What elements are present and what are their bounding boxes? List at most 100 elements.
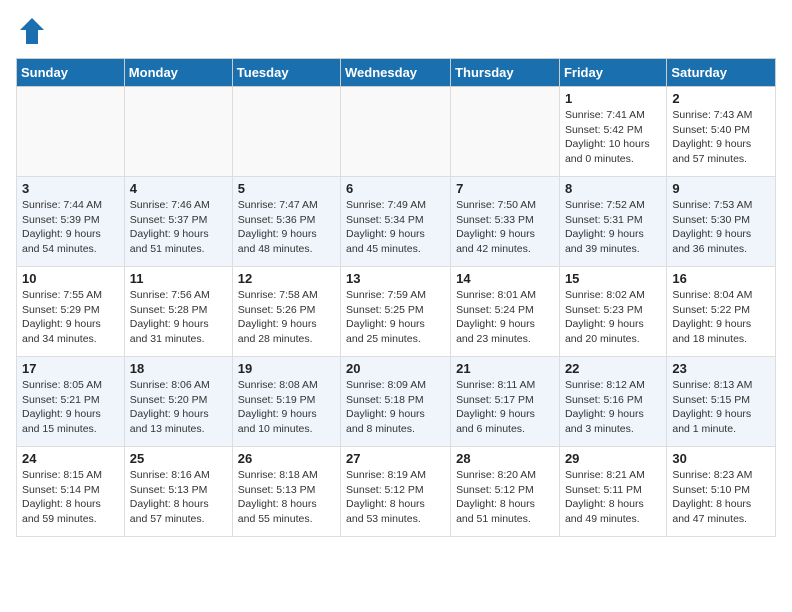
- day-number: 24: [22, 451, 119, 466]
- calendar-week-row: 17 Sunrise: 8:05 AM Sunset: 5:21 PM Dayli…: [17, 357, 776, 447]
- day-info: Sunrise: 7:47 AM Sunset: 5:36 PM Dayligh…: [238, 198, 335, 257]
- calendar-cell: 20 Sunrise: 8:09 AM Sunset: 5:18 PM Dayli…: [341, 357, 451, 447]
- calendar-week-row: 3 Sunrise: 7:44 AM Sunset: 5:39 PM Daylig…: [17, 177, 776, 267]
- day-info: Sunrise: 8:02 AM Sunset: 5:23 PM Dayligh…: [565, 288, 661, 347]
- day-info: Sunrise: 8:19 AM Sunset: 5:12 PM Dayligh…: [346, 468, 445, 527]
- day-number: 14: [456, 271, 554, 286]
- calendar-header-row: SundayMondayTuesdayWednesdayThursdayFrid…: [17, 59, 776, 87]
- calendar-cell: 14 Sunrise: 8:01 AM Sunset: 5:24 PM Dayli…: [451, 267, 560, 357]
- weekday-header: Monday: [124, 59, 232, 87]
- calendar: SundayMondayTuesdayWednesdayThursdayFrid…: [16, 58, 776, 537]
- day-number: 6: [346, 181, 445, 196]
- day-info: Sunrise: 7:43 AM Sunset: 5:40 PM Dayligh…: [672, 108, 770, 167]
- day-number: 5: [238, 181, 335, 196]
- day-number: 27: [346, 451, 445, 466]
- day-info: Sunrise: 7:53 AM Sunset: 5:30 PM Dayligh…: [672, 198, 770, 257]
- day-number: 21: [456, 361, 554, 376]
- calendar-cell: 16 Sunrise: 8:04 AM Sunset: 5:22 PM Dayli…: [667, 267, 776, 357]
- calendar-cell: 21 Sunrise: 8:11 AM Sunset: 5:17 PM Dayli…: [451, 357, 560, 447]
- day-info: Sunrise: 7:56 AM Sunset: 5:28 PM Dayligh…: [130, 288, 227, 347]
- calendar-cell: 28 Sunrise: 8:20 AM Sunset: 5:12 PM Dayli…: [451, 447, 560, 537]
- day-number: 29: [565, 451, 661, 466]
- day-info: Sunrise: 7:58 AM Sunset: 5:26 PM Dayligh…: [238, 288, 335, 347]
- day-info: Sunrise: 7:41 AM Sunset: 5:42 PM Dayligh…: [565, 108, 661, 167]
- day-info: Sunrise: 8:11 AM Sunset: 5:17 PM Dayligh…: [456, 378, 554, 437]
- weekday-header: Thursday: [451, 59, 560, 87]
- day-number: 11: [130, 271, 227, 286]
- logo-icon: [16, 16, 48, 48]
- calendar-cell: 17 Sunrise: 8:05 AM Sunset: 5:21 PM Dayli…: [17, 357, 125, 447]
- calendar-cell: 9 Sunrise: 7:53 AM Sunset: 5:30 PM Daylig…: [667, 177, 776, 267]
- day-number: 25: [130, 451, 227, 466]
- calendar-cell: 5 Sunrise: 7:47 AM Sunset: 5:36 PM Daylig…: [232, 177, 340, 267]
- day-number: 10: [22, 271, 119, 286]
- day-number: 8: [565, 181, 661, 196]
- day-number: 12: [238, 271, 335, 286]
- day-info: Sunrise: 8:01 AM Sunset: 5:24 PM Dayligh…: [456, 288, 554, 347]
- day-info: Sunrise: 7:55 AM Sunset: 5:29 PM Dayligh…: [22, 288, 119, 347]
- logo: [16, 16, 52, 48]
- calendar-cell: 10 Sunrise: 7:55 AM Sunset: 5:29 PM Dayli…: [17, 267, 125, 357]
- day-number: 13: [346, 271, 445, 286]
- day-number: 16: [672, 271, 770, 286]
- day-number: 2: [672, 91, 770, 106]
- day-info: Sunrise: 8:18 AM Sunset: 5:13 PM Dayligh…: [238, 468, 335, 527]
- day-info: Sunrise: 7:49 AM Sunset: 5:34 PM Dayligh…: [346, 198, 445, 257]
- calendar-cell: 22 Sunrise: 8:12 AM Sunset: 5:16 PM Dayli…: [559, 357, 666, 447]
- day-number: 17: [22, 361, 119, 376]
- day-info: Sunrise: 8:04 AM Sunset: 5:22 PM Dayligh…: [672, 288, 770, 347]
- calendar-cell: 2 Sunrise: 7:43 AM Sunset: 5:40 PM Daylig…: [667, 87, 776, 177]
- day-info: Sunrise: 8:23 AM Sunset: 5:10 PM Dayligh…: [672, 468, 770, 527]
- day-number: 1: [565, 91, 661, 106]
- day-info: Sunrise: 7:50 AM Sunset: 5:33 PM Dayligh…: [456, 198, 554, 257]
- calendar-cell: 12 Sunrise: 7:58 AM Sunset: 5:26 PM Dayli…: [232, 267, 340, 357]
- weekday-header: Tuesday: [232, 59, 340, 87]
- calendar-week-row: 24 Sunrise: 8:15 AM Sunset: 5:14 PM Dayli…: [17, 447, 776, 537]
- day-number: 28: [456, 451, 554, 466]
- calendar-cell: 15 Sunrise: 8:02 AM Sunset: 5:23 PM Dayli…: [559, 267, 666, 357]
- calendar-cell: 24 Sunrise: 8:15 AM Sunset: 5:14 PM Dayli…: [17, 447, 125, 537]
- day-info: Sunrise: 7:44 AM Sunset: 5:39 PM Dayligh…: [22, 198, 119, 257]
- day-info: Sunrise: 8:09 AM Sunset: 5:18 PM Dayligh…: [346, 378, 445, 437]
- day-number: 23: [672, 361, 770, 376]
- day-number: 3: [22, 181, 119, 196]
- day-info: Sunrise: 8:20 AM Sunset: 5:12 PM Dayligh…: [456, 468, 554, 527]
- calendar-cell: 13Sunrise: 7:59 AM Sunset: 5:25 PM Dayli…: [341, 267, 451, 357]
- day-number: 18: [130, 361, 227, 376]
- day-info: Sunrise: 8:05 AM Sunset: 5:21 PM Dayligh…: [22, 378, 119, 437]
- weekday-header: Friday: [559, 59, 666, 87]
- calendar-cell: 7 Sunrise: 7:50 AM Sunset: 5:33 PM Daylig…: [451, 177, 560, 267]
- day-info: Sunrise: 8:06 AM Sunset: 5:20 PM Dayligh…: [130, 378, 227, 437]
- calendar-cell: 25Sunrise: 8:16 AM Sunset: 5:13 PM Dayli…: [124, 447, 232, 537]
- calendar-cell: 23Sunrise: 8:13 AM Sunset: 5:15 PM Dayli…: [667, 357, 776, 447]
- calendar-cell: 4Sunrise: 7:46 AM Sunset: 5:37 PM Daylig…: [124, 177, 232, 267]
- day-info: Sunrise: 8:15 AM Sunset: 5:14 PM Dayligh…: [22, 468, 119, 527]
- day-number: 7: [456, 181, 554, 196]
- calendar-cell: 19 Sunrise: 8:08 AM Sunset: 5:19 PM Dayli…: [232, 357, 340, 447]
- weekday-header: Saturday: [667, 59, 776, 87]
- day-info: Sunrise: 8:08 AM Sunset: 5:19 PM Dayligh…: [238, 378, 335, 437]
- day-number: 20: [346, 361, 445, 376]
- day-number: 30: [672, 451, 770, 466]
- day-info: Sunrise: 8:21 AM Sunset: 5:11 PM Dayligh…: [565, 468, 661, 527]
- calendar-week-row: 10 Sunrise: 7:55 AM Sunset: 5:29 PM Dayli…: [17, 267, 776, 357]
- calendar-cell: 3 Sunrise: 7:44 AM Sunset: 5:39 PM Daylig…: [17, 177, 125, 267]
- calendar-cell: 18 Sunrise: 8:06 AM Sunset: 5:20 PM Dayli…: [124, 357, 232, 447]
- calendar-cell: 29 Sunrise: 8:21 AM Sunset: 5:11 PM Dayli…: [559, 447, 666, 537]
- calendar-cell: 8 Sunrise: 7:52 AM Sunset: 5:31 PM Daylig…: [559, 177, 666, 267]
- day-number: 15: [565, 271, 661, 286]
- calendar-cell: [17, 87, 125, 177]
- day-number: 19: [238, 361, 335, 376]
- calendar-cell: 27 Sunrise: 8:19 AM Sunset: 5:12 PM Dayli…: [341, 447, 451, 537]
- calendar-cell: [124, 87, 232, 177]
- calendar-cell: [232, 87, 340, 177]
- calendar-cell: 6 Sunrise: 7:49 AM Sunset: 5:34 PM Daylig…: [341, 177, 451, 267]
- day-info: Sunrise: 7:52 AM Sunset: 5:31 PM Dayligh…: [565, 198, 661, 257]
- page-header: [16, 16, 776, 48]
- day-number: 22: [565, 361, 661, 376]
- weekday-header: Wednesday: [341, 59, 451, 87]
- day-number: 9: [672, 181, 770, 196]
- day-info: Sunrise: 7:46 AM Sunset: 5:37 PM Dayligh…: [130, 198, 227, 257]
- day-info: Sunrise: 8:12 AM Sunset: 5:16 PM Dayligh…: [565, 378, 661, 437]
- calendar-cell: [451, 87, 560, 177]
